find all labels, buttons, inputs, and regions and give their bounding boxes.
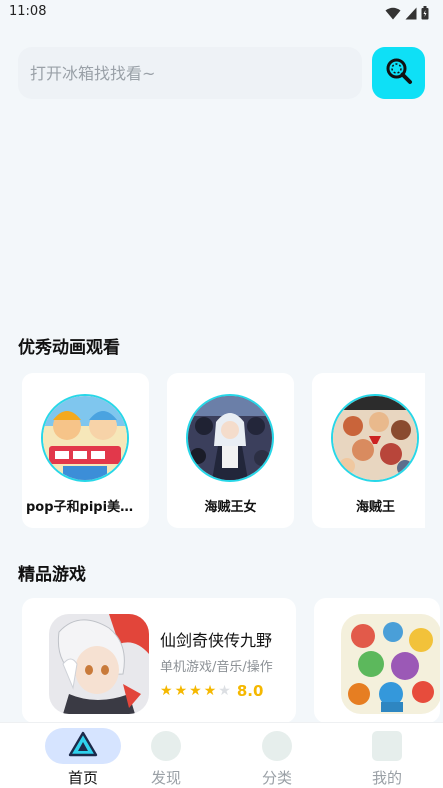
tab-discover-icon-wrap — [151, 728, 181, 761]
game-tags: 单机游戏/音乐/操作 — [160, 660, 273, 675]
game-card[interactable] — [314, 598, 440, 723]
search-icon — [384, 56, 414, 90]
bottom-tab-bar: 首页 发现 分类 我的 — [0, 722, 443, 788]
anime-cover — [331, 394, 419, 482]
profile-icon — [372, 731, 402, 761]
tab-label: 我的 — [371, 769, 402, 787]
search-input[interactable] — [18, 47, 362, 99]
anime-name: 海贼王女 — [204, 500, 257, 515]
active-tab-pill — [45, 728, 121, 764]
tab-category-icon-wrap — [262, 728, 292, 761]
game-title: 仙剑奇侠传九野 — [160, 631, 273, 650]
anime-cover — [186, 394, 274, 482]
battery-icon — [421, 5, 429, 24]
anime-card[interactable]: pop子和pipi美的日常 — [22, 373, 149, 528]
anime-list[interactable]: pop子和pipi美的日常 海贼王女 — [22, 373, 425, 528]
status-bar: 11:08 — [0, 0, 443, 26]
anime-section-title: 优秀动画观看 — [18, 338, 120, 358]
tab-profile[interactable]: 我的 — [332, 723, 442, 788]
tab-home-icon-wrap — [45, 728, 121, 764]
game-list[interactable]: 仙剑奇侠传九野 单机游戏/音乐/操作 ★ ★ ★ ★ ★ 8.0 — [22, 598, 440, 723]
anime-name: pop子和pipi美的日常 — [26, 500, 145, 515]
anime-name: 海贼王 — [355, 500, 395, 515]
anime-cover — [41, 394, 129, 482]
tab-label: 发现 — [150, 769, 181, 787]
anime-card[interactable]: 海贼王 — [312, 373, 425, 528]
category-icon — [262, 731, 292, 761]
discover-icon — [151, 731, 181, 761]
game-card[interactable]: 仙剑奇侠传九野 单机游戏/音乐/操作 ★ ★ ★ ★ ★ 8.0 — [22, 598, 296, 723]
status-time: 11:08 — [9, 4, 47, 19]
game-rating: ★ ★ ★ ★ ★ 8.0 — [160, 682, 263, 700]
home-triangle-icon — [68, 731, 98, 761]
star-icon: ★ — [203, 683, 217, 699]
status-icons — [385, 5, 429, 24]
tab-label: 分类 — [261, 769, 292, 787]
search-button[interactable] — [372, 47, 425, 99]
tab-profile-icon-wrap — [372, 728, 402, 761]
games-section-title: 精品游戏 — [18, 565, 86, 585]
tab-category[interactable]: 分类 — [222, 723, 332, 788]
search-box[interactable] — [18, 47, 362, 99]
game-icon — [341, 614, 440, 714]
game-icon — [49, 614, 149, 714]
star-icon: ★ — [160, 683, 173, 699]
tab-discover[interactable]: 发现 — [111, 723, 221, 788]
star-icon: ★ — [218, 683, 231, 699]
rating-value: 8.0 — [236, 682, 264, 700]
anime-card[interactable]: 海贼王女 — [167, 373, 294, 528]
wifi-icon — [385, 5, 401, 24]
signal-icon — [405, 5, 417, 24]
star-icon: ★ — [189, 683, 202, 699]
star-icon: ★ — [174, 683, 188, 699]
